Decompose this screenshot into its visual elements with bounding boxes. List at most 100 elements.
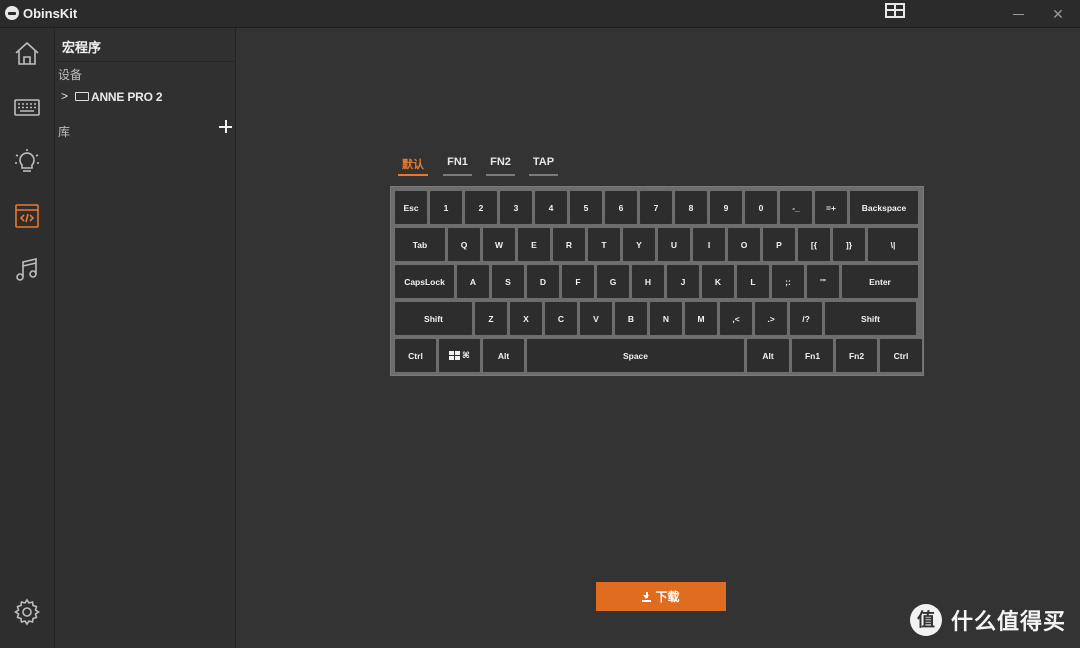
key-4-4[interactable]: Alt [747, 339, 789, 372]
key-1-9[interactable]: O [728, 228, 760, 261]
key-3-8[interactable]: ,< [720, 302, 752, 335]
code-icon[interactable] [11, 200, 43, 232]
key-2-12[interactable]: Enter [842, 265, 918, 298]
tab-fn1[interactable]: FN1 [443, 156, 472, 176]
add-macro-button[interactable] [219, 120, 233, 134]
tab-label: 默认 [402, 159, 424, 171]
gear-icon[interactable] [11, 596, 43, 628]
key-2-9[interactable]: L [737, 265, 769, 298]
key-label: Shift [424, 313, 443, 324]
key-0-0[interactable]: Esc [395, 191, 427, 224]
key-1-1[interactable]: Q [448, 228, 480, 261]
key-1-13[interactable]: \| [868, 228, 918, 261]
key-0-2[interactable]: 2 [465, 191, 497, 224]
key-4-0[interactable]: Ctrl [395, 339, 436, 372]
key-2-4[interactable]: F [562, 265, 594, 298]
key-2-5[interactable]: G [597, 265, 629, 298]
key-3-7[interactable]: M [685, 302, 717, 335]
key-2-6[interactable]: H [632, 265, 664, 298]
key-4-7[interactable]: Ctrl [880, 339, 922, 372]
key-0-6[interactable]: 6 [605, 191, 637, 224]
key-label: M [697, 313, 705, 324]
key-label: Y [636, 239, 642, 250]
key-0-10[interactable]: 0 [745, 191, 777, 224]
key-0-12[interactable]: =+ [815, 191, 847, 224]
chevron-right-icon[interactable]: > [61, 89, 68, 103]
download-icon [642, 591, 652, 602]
tab-fn2[interactable]: FN2 [486, 156, 515, 176]
download-button[interactable]: 下载 [596, 582, 726, 611]
key-1-2[interactable]: W [483, 228, 515, 261]
key-1-12[interactable]: ]} [833, 228, 865, 261]
minimize-button[interactable] [1009, 4, 1029, 24]
key-3-3[interactable]: C [545, 302, 577, 335]
key-2-0[interactable]: CapsLock [395, 265, 454, 298]
key-label: Space [622, 350, 649, 361]
key-2-8[interactable]: K [702, 265, 734, 298]
key-4-3[interactable]: Space [527, 339, 744, 372]
keyboard-icon[interactable] [11, 92, 43, 124]
key-label: P [776, 239, 782, 250]
key-3-6[interactable]: N [650, 302, 682, 335]
library-label: 库 [58, 125, 71, 139]
key-0-11[interactable]: -_ [780, 191, 812, 224]
key-label: T [601, 239, 607, 250]
title-bar: ObinsKit ✕ [0, 0, 1080, 28]
key-0-9[interactable]: 9 [710, 191, 742, 224]
key-3-1[interactable]: Z [475, 302, 507, 335]
key-1-3[interactable]: E [518, 228, 550, 261]
key-label: N [662, 313, 670, 324]
key-3-10[interactable]: /? [790, 302, 822, 335]
key-1-8[interactable]: I [693, 228, 725, 261]
home-icon[interactable] [11, 38, 43, 70]
key-1-0[interactable]: Tab [395, 228, 445, 261]
key-0-4[interactable]: 4 [535, 191, 567, 224]
key-3-4[interactable]: V [580, 302, 612, 335]
key-label: 8 [688, 202, 694, 213]
watermark-logo-icon [910, 604, 942, 636]
key-1-5[interactable]: T [588, 228, 620, 261]
key-0-7[interactable]: 7 [640, 191, 672, 224]
close-button[interactable]: ✕ [1048, 4, 1068, 24]
key-1-10[interactable]: P [763, 228, 795, 261]
music-note-icon[interactable] [11, 254, 43, 286]
key-label: 5 [583, 202, 589, 213]
key-3-2[interactable]: X [510, 302, 542, 335]
key-4-5[interactable]: Fn1 [792, 339, 833, 372]
tab-tap[interactable]: TAP [529, 156, 558, 176]
key-4-1[interactable]: ⌘ [439, 339, 480, 372]
key-2-1[interactable]: A [457, 265, 489, 298]
key-1-6[interactable]: Y [623, 228, 655, 261]
lightbulb-icon[interactable] [11, 146, 43, 178]
key-label: D [539, 276, 547, 287]
key-4-6[interactable]: Fn2 [836, 339, 877, 372]
key-label: X [523, 313, 529, 324]
device-item[interactable]: > ANNE PRO 2 [59, 89, 229, 105]
key-3-0[interactable]: Shift [395, 302, 472, 335]
key-1-7[interactable]: U [658, 228, 690, 261]
key-3-5[interactable]: B [615, 302, 647, 335]
tab-default[interactable]: 默认 [398, 156, 428, 176]
key-0-13[interactable]: Backspace [850, 191, 918, 224]
key-4-2[interactable]: Alt [483, 339, 524, 372]
layout-toggle-icon[interactable] [885, 3, 905, 18]
key-2-2[interactable]: S [492, 265, 524, 298]
key-label: C [557, 313, 565, 324]
key-2-7[interactable]: J [667, 265, 699, 298]
app-title: ObinsKit [23, 6, 78, 21]
key-2-10[interactable]: ;: [772, 265, 804, 298]
key-1-4[interactable]: R [553, 228, 585, 261]
key-3-9[interactable]: .> [755, 302, 787, 335]
key-2-11[interactable]: '" [807, 265, 839, 298]
key-3-11[interactable]: Shift [825, 302, 916, 335]
tab-label: FN1 [447, 156, 468, 168]
key-2-3[interactable]: D [527, 265, 559, 298]
key-0-3[interactable]: 3 [500, 191, 532, 224]
key-0-5[interactable]: 5 [570, 191, 602, 224]
key-1-11[interactable]: [{ [798, 228, 830, 261]
device-name: ANNE PRO 2 [91, 90, 163, 104]
key-0-8[interactable]: 8 [675, 191, 707, 224]
key-0-1[interactable]: 1 [430, 191, 462, 224]
key-label: Ctrl [893, 350, 909, 361]
key-label: 7 [653, 202, 659, 213]
